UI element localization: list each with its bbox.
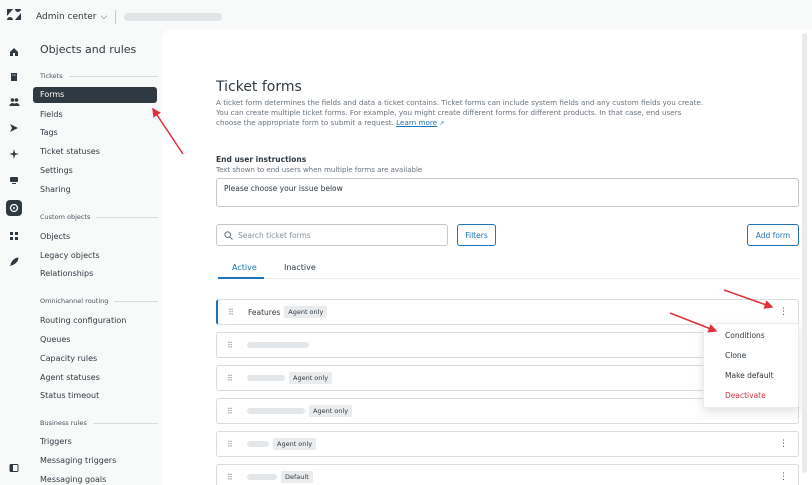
nav-item-agent-statuses[interactable]: Agent statuses — [40, 373, 100, 382]
search-input[interactable]: Search ticket forms — [216, 224, 448, 246]
form-name-redacted — [247, 408, 305, 414]
account-url-redacted — [124, 12, 223, 21]
tab-active[interactable]: Active — [232, 263, 257, 272]
active-tab-indicator — [218, 277, 264, 279]
drag-handle-icon[interactable]: ⠿ — [227, 341, 234, 350]
menu-item-conditions[interactable]: Conditions — [725, 331, 765, 340]
nav-title: Objects and rules — [40, 43, 137, 56]
drag-handle-icon[interactable]: ⠿ — [227, 473, 234, 482]
search-placeholder: Search ticket forms — [238, 230, 311, 240]
external-link-icon: ↗ — [439, 120, 445, 127]
tab-inactive[interactable]: Inactive — [284, 263, 316, 272]
status-badge: Agent only — [309, 405, 353, 417]
form-name-redacted — [247, 342, 309, 348]
more-options-icon[interactable]: ⋮ — [779, 439, 788, 449]
nav-section-label: Omnichannel routing — [40, 297, 109, 305]
building-icon[interactable] — [7, 70, 21, 84]
nav-item-triggers[interactable]: Triggers — [40, 437, 72, 446]
menu-item-clone[interactable]: Clone — [725, 351, 746, 360]
nav-item-fields[interactable]: Fields — [40, 110, 63, 119]
divider — [115, 9, 117, 24]
nav-item-messaging-triggers[interactable]: Messaging triggers — [40, 456, 116, 465]
row-options-menu: Conditions Clone Make default Deactivate — [703, 323, 799, 408]
more-options-icon[interactable]: ⋮ — [779, 307, 788, 317]
nav-section-tickets: Tickets — [40, 72, 158, 80]
table-row[interactable]: ⠿ Default ⋮ — [216, 464, 799, 485]
nav-item-messaging-goals[interactable]: Messaging goals — [40, 475, 106, 484]
panel-icon[interactable] — [7, 461, 21, 475]
table-row[interactable]: ⠿ Agent only ⋮ — [216, 431, 799, 457]
main-content: Ticket forms A ticket form determines th… — [162, 29, 812, 485]
zendesk-logo-icon[interactable] — [0, 9, 28, 24]
nav-section-label: Business rules — [40, 419, 87, 427]
add-form-button[interactable]: Add form — [747, 224, 799, 246]
end-user-instructions-label: End user instructions — [216, 155, 307, 164]
nav-item-legacy-objects[interactable]: Legacy objects — [40, 251, 100, 260]
drag-handle-icon[interactable]: ⠿ — [227, 407, 234, 416]
nav-section-label: Tickets — [40, 72, 63, 80]
status-badge: Agent only — [273, 438, 317, 450]
icon-rail — [0, 33, 28, 485]
description-text: A ticket form determines the fields and … — [216, 98, 704, 127]
chevron-down-icon: ⌵ — [100, 11, 108, 22]
rocket-icon[interactable] — [7, 255, 21, 269]
filters-button[interactable]: Filters — [457, 224, 496, 246]
end-user-instructions-textarea[interactable]: Please choose your issue below — [216, 178, 799, 207]
drag-handle-icon[interactable]: ⠿ — [227, 440, 234, 449]
form-name-redacted — [247, 375, 285, 381]
workspace-icon[interactable] — [7, 173, 21, 187]
sparkle-icon[interactable] — [7, 147, 21, 161]
status-badge: Default — [281, 471, 313, 483]
channels-icon[interactable] — [7, 121, 21, 135]
form-name-redacted — [247, 441, 269, 447]
nav-section-custom-objects: Custom objects — [40, 213, 158, 221]
more-options-icon[interactable]: ⋮ — [779, 472, 788, 482]
objects-and-rules-nav: Objects and rules Tickets Forms Fields T… — [28, 33, 162, 485]
learn-more-link[interactable]: Learn more — [396, 118, 437, 127]
product-switcher[interactable]: Admin center ⌵ — [36, 12, 107, 22]
form-name: Features — [248, 307, 281, 317]
nav-item-objects[interactable]: Objects — [40, 232, 70, 241]
nav-item-relationships[interactable]: Relationships — [40, 269, 93, 278]
nav-section-label: Custom objects — [40, 213, 91, 221]
page-title: Ticket forms — [216, 79, 302, 95]
product-name: Admin center — [36, 11, 97, 22]
form-status-tabs: Active Inactive — [216, 263, 799, 279]
nav-item-tags[interactable]: Tags — [40, 128, 58, 137]
status-badge: Agent only — [284, 306, 328, 318]
nav-item-queues[interactable]: Queues — [40, 335, 70, 344]
objects-icon[interactable] — [6, 200, 22, 216]
form-name-redacted — [247, 474, 277, 480]
page-description: A ticket form determines the fields and … — [216, 98, 706, 129]
end-user-instructions-hint: Text shown to end users when multiple fo… — [216, 166, 423, 174]
search-icon — [224, 230, 233, 240]
nav-item-forms[interactable]: Forms — [33, 87, 157, 103]
drag-handle-icon[interactable]: ⠿ — [228, 308, 235, 317]
nav-item-sharing[interactable]: Sharing — [40, 185, 71, 194]
nav-item-ticket-statuses[interactable]: Ticket statuses — [40, 147, 100, 156]
menu-item-make-default[interactable]: Make default — [725, 371, 774, 380]
nav-section-omnichannel-routing: Omnichannel routing — [40, 297, 158, 305]
nav-item-routing-configuration[interactable]: Routing configuration — [40, 316, 126, 325]
apps-icon[interactable] — [7, 229, 21, 243]
page-scrollbar[interactable] — [802, 33, 807, 473]
nav-item-status-timeout[interactable]: Status timeout — [40, 391, 99, 400]
nav-item-capacity-rules[interactable]: Capacity rules — [40, 354, 97, 363]
table-row[interactable]: ⠿ Features Agent only ⋮ — [216, 299, 799, 325]
people-icon[interactable] — [7, 95, 21, 109]
home-icon[interactable] — [7, 45, 21, 59]
drag-handle-icon[interactable]: ⠿ — [227, 374, 234, 383]
nav-item-settings[interactable]: Settings — [40, 166, 73, 175]
nav-section-business-rules: Business rules — [40, 419, 158, 427]
status-badge: Agent only — [289, 372, 333, 384]
menu-item-deactivate[interactable]: Deactivate — [725, 391, 766, 400]
